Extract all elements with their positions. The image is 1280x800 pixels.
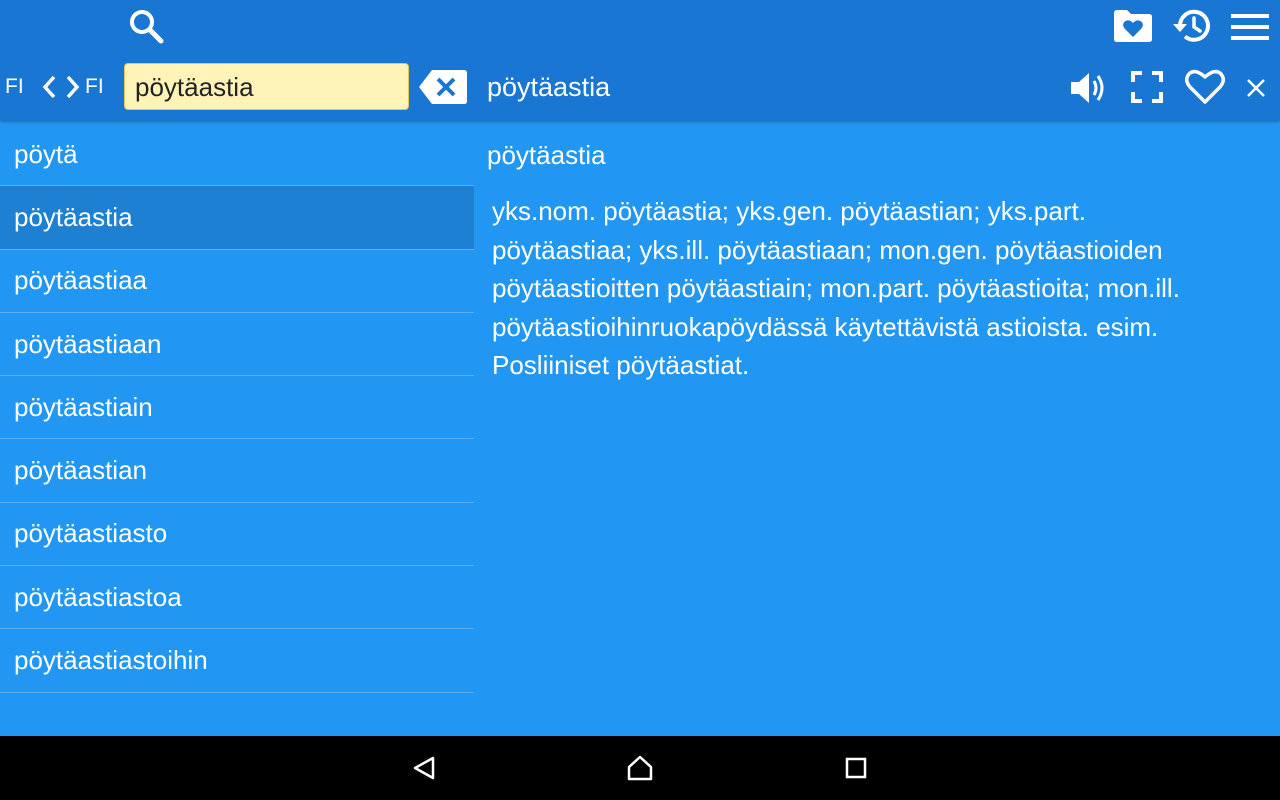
navigation-bar [0, 736, 1280, 800]
app-bar: FI FI pöytäastia pöytäastia [0, 0, 1280, 120]
source-language-label[interactable]: FI [5, 75, 24, 99]
list-item[interactable]: pöytäastiastoihin [0, 629, 474, 693]
home-icon[interactable] [622, 752, 658, 784]
list-item[interactable]: pöytä [0, 123, 474, 187]
recents-icon[interactable] [838, 752, 874, 784]
search-input[interactable]: pöytäastia [124, 63, 409, 110]
definition-title: pöytäastia [487, 140, 606, 170]
definition-line: pöytäastioitten pöytäastiain; mon.part. … [492, 273, 1180, 303]
list-item[interactable]: pöytäastiasto [0, 503, 474, 567]
list-item[interactable]: pöytäastiaan [0, 313, 474, 377]
list-item[interactable]: pöytäastia [0, 186, 474, 250]
speaker-icon[interactable] [1066, 67, 1110, 109]
definition-line: Posliiniset pöytäastiat. [492, 350, 750, 380]
list-item[interactable]: pöytäastiaa [0, 250, 474, 313]
list-item[interactable]: pöytäastiain [0, 376, 474, 440]
swap-languages-icon[interactable] [38, 72, 84, 102]
menu-icon[interactable] [1228, 8, 1272, 46]
favorites-folder-icon[interactable] [1110, 6, 1156, 46]
back-icon[interactable] [406, 752, 442, 784]
definition-line: yks.nom. pöytäastia; yks.gen. pöytäastia… [492, 196, 1086, 226]
definition-line: pöytäastiaa; yks.ill. pöytäastiaan; mon.… [492, 234, 1163, 265]
backspace-clear-icon[interactable] [418, 68, 468, 106]
header-word: pöytäastia [487, 72, 611, 102]
heart-icon[interactable] [1183, 66, 1227, 108]
word-list: pöytä pöytäastia pöytäastiaa pöytäastiaan pö… [0, 123, 474, 693]
definition-line: pöytäastioihinruokapöydässä käytettävist… [492, 311, 1159, 342]
close-icon[interactable] [1242, 74, 1270, 102]
list-item[interactable]: pöytäastiastoa [0, 566, 474, 630]
target-language-label[interactable]: FI [85, 75, 104, 99]
fullscreen-icon[interactable] [1127, 67, 1167, 107]
list-item[interactable]: pöytäastian [0, 439, 474, 503]
definition-body: yks.nom. pöytäastia; yks.gen. pöytäastia… [492, 192, 1272, 385]
history-icon[interactable] [1170, 5, 1214, 47]
search-icon[interactable] [124, 4, 168, 48]
